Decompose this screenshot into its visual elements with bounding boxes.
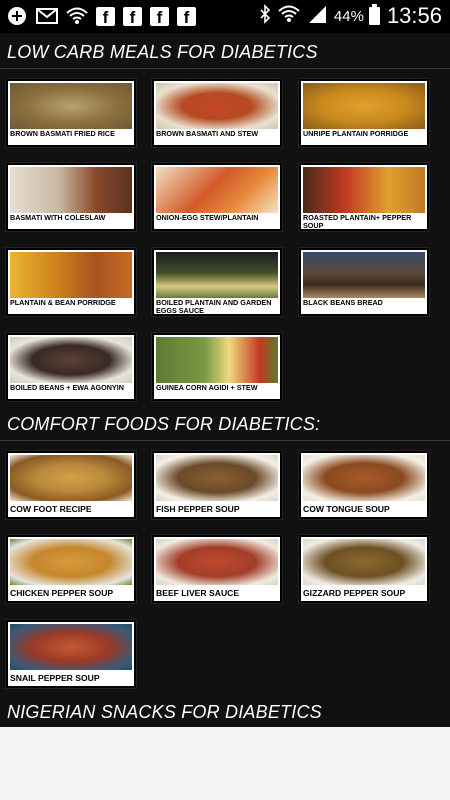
wifi-icon [66,6,88,26]
meal-card-label: UNRIPE PLANTAIN PORRIDGE [303,130,409,138]
meal-card-label: COW FOOT RECIPE [10,504,92,514]
meal-card[interactable]: PLANTAIN & BEAN PORRIDGE [6,248,136,316]
meal-image [156,83,278,129]
meal-image [303,455,425,501]
clock: 13:56 [386,3,442,28]
meal-card[interactable]: COW FOOT RECIPE [6,451,136,519]
meal-card[interactable]: UNRIPE PLANTAIN PORRIDGE [299,79,429,147]
meal-card-label: CHICKEN PEPPER SOUP [10,588,114,598]
meal-card[interactable]: COW TONGUE SOUP [299,451,429,519]
meal-card[interactable]: GIZZARD PEPPER SOUP [299,535,429,603]
meal-image [156,455,278,501]
meal-image [10,337,132,383]
facebook-icon: f [123,6,142,27]
meal-card-label: GUINEA CORN AGIDI + STEW [156,384,258,392]
meal-image [303,539,425,585]
meal-image [10,624,132,670]
meal-card[interactable]: SNAIL PEPPER SOUP [6,620,136,688]
meal-image [10,539,132,585]
section-divider [0,440,450,441]
meal-card[interactable]: BOILED PLANTAIN and GARDEN EGGS SAUCE [152,248,282,316]
battery-icon [368,4,380,25]
meal-card-label: BLACK BEANS BREAD [303,299,383,307]
meal-image [156,167,278,213]
section-title-snacks: NIGERIAN SNACKS FOR DIABETICS [7,702,322,722]
status-bar: f f f f 44% 13:56 [0,0,450,33]
meal-card[interactable]: CHICKEN PEPPER SOUP [6,535,136,603]
section-title-comfort-foods: COMFORT FOODS FOR DIABETICS: [7,414,321,434]
meal-image [10,167,132,213]
meal-card[interactable]: BLACK BEANS BREAD [299,248,429,316]
meal-card-label: BOILED PLANTAIN and GARDEN EGGS SAUCE [156,299,272,313]
meal-card[interactable]: ROASTED PLANTAIN+ PEPPER SOUP [299,163,429,231]
meal-image [156,337,278,383]
meal-card-label: BROWN BASMATI AND STEW [156,130,259,138]
meal-card-label: BOILED BEANS + EWA AGONYIN [10,384,124,392]
content-area [0,727,450,800]
bluetooth-icon [259,3,271,29]
meal-card-label: SNAIL PEPPER SOUP [10,673,100,683]
meal-image [303,83,425,129]
signal-icon [307,4,327,29]
meal-card-label: ONION-EGG STEW/PLANTAIN [156,214,259,222]
section-title-low-carb: LOW CARB MEALS FOR DIABETICS [7,42,318,62]
meal-card-label: COW TONGUE SOUP [303,504,390,514]
meal-card[interactable]: BROWN BASMATI AND STEW [152,79,282,147]
meal-image [10,455,132,501]
meal-card-label: FISH PEPPER SOUP [156,504,240,514]
facebook-icon: f [96,6,115,27]
facebook-icon: f [177,6,196,27]
meal-card[interactable]: BOILED BEANS + EWA AGONYIN [6,333,136,401]
mail-icon [36,6,58,26]
meal-card-label: PLANTAIN & BEAN PORRIDGE [10,299,116,307]
meal-card-label: ROASTED PLANTAIN+ PEPPER SOUP [303,214,412,228]
meal-card[interactable]: GUINEA CORN AGIDI + STEW [152,333,282,401]
meal-image [10,252,132,298]
meal-card[interactable]: BASMATI WITH COLESLAW [6,163,136,231]
meal-image [10,83,132,129]
meal-card[interactable]: BEEF LIVER SAUCE [152,535,282,603]
meal-image [303,252,425,298]
facebook-icon: f [150,6,169,27]
meal-card-label: BROWN BASMATI FRIED RICE [10,130,115,138]
meal-card-label: BASMATI WITH COLESLAW [10,214,106,222]
battery-indicator: 44% [333,4,380,25]
section-divider [0,68,450,69]
meal-image [156,252,278,298]
meal-card-label: BEEF LIVER SAUCE [156,588,240,598]
wifi-status-icon [278,5,300,28]
meal-image [303,167,425,213]
plus-icon [6,6,28,26]
battery-percent: 44% [333,7,364,25]
meal-card[interactable]: ONION-EGG STEW/PLANTAIN [152,163,282,231]
meal-card[interactable]: BROWN BASMATI FRIED RICE [6,79,136,147]
meal-card[interactable]: FISH PEPPER SOUP [152,451,282,519]
meal-card-label: GIZZARD PEPPER SOUP [303,588,406,598]
meal-image [156,539,278,585]
